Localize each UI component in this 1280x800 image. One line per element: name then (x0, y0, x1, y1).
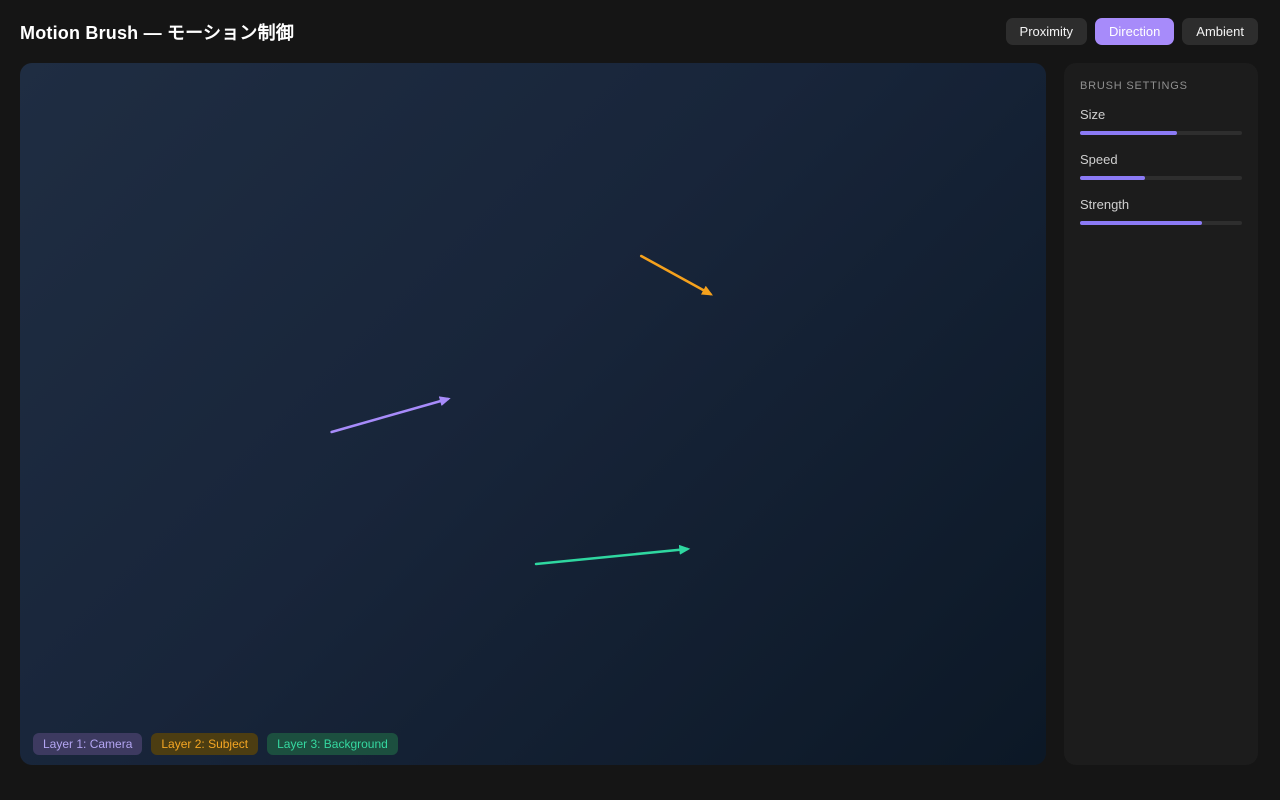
mode-switcher: Proximity Direction Ambient (1006, 18, 1258, 45)
stroke-background-arrow (536, 549, 687, 564)
layer-chip-1[interactable]: Layer 1: Camera (33, 733, 142, 755)
app-title: Motion Brush — モーション制御 (20, 19, 294, 45)
slider-track-size[interactable] (1080, 131, 1242, 135)
slider-group-speed: Speed (1080, 152, 1242, 180)
slider-fill-speed (1080, 176, 1145, 180)
brush-settings-panel: BRUSH SETTINGS Size Speed Strength (1064, 63, 1258, 765)
slider-label-speed: Speed (1080, 152, 1242, 167)
layer-chip-2[interactable]: Layer 2: Subject (151, 733, 258, 755)
slider-label-strength: Strength (1080, 197, 1242, 212)
main-content: Layer 1: Camera Layer 2: Subject Layer 3: … (0, 63, 1280, 765)
slider-fill-strength (1080, 221, 1202, 225)
mode-button-proximity[interactable]: Proximity (1006, 18, 1087, 45)
layer-chip-3[interactable]: Layer 3: Background (267, 733, 398, 755)
mode-button-ambient[interactable]: Ambient (1182, 18, 1258, 45)
slider-track-strength[interactable] (1080, 221, 1242, 225)
stroke-camera-arrow (332, 399, 448, 432)
app-header: Motion Brush — モーション制御 Proximity Directio… (0, 0, 1280, 63)
slider-list: Size Speed Strength (1080, 107, 1242, 225)
motion-brush-app: Motion Brush — モーション制御 Proximity Directio… (0, 0, 1280, 765)
stroke-subject-arrow (641, 256, 710, 294)
mode-button-direction[interactable]: Direction (1095, 18, 1174, 45)
motion-strokes-layer (20, 63, 1046, 765)
slider-track-speed[interactable] (1080, 176, 1242, 180)
slider-label-size: Size (1080, 107, 1242, 122)
slider-fill-size (1080, 131, 1177, 135)
slider-group-size: Size (1080, 107, 1242, 135)
brush-settings-heading: BRUSH SETTINGS (1080, 80, 1242, 92)
layer-chips: Layer 1: Camera Layer 2: Subject Layer 3: … (33, 733, 398, 755)
motion-canvas[interactable]: Layer 1: Camera Layer 2: Subject Layer 3: … (20, 63, 1046, 765)
slider-group-strength: Strength (1080, 197, 1242, 225)
